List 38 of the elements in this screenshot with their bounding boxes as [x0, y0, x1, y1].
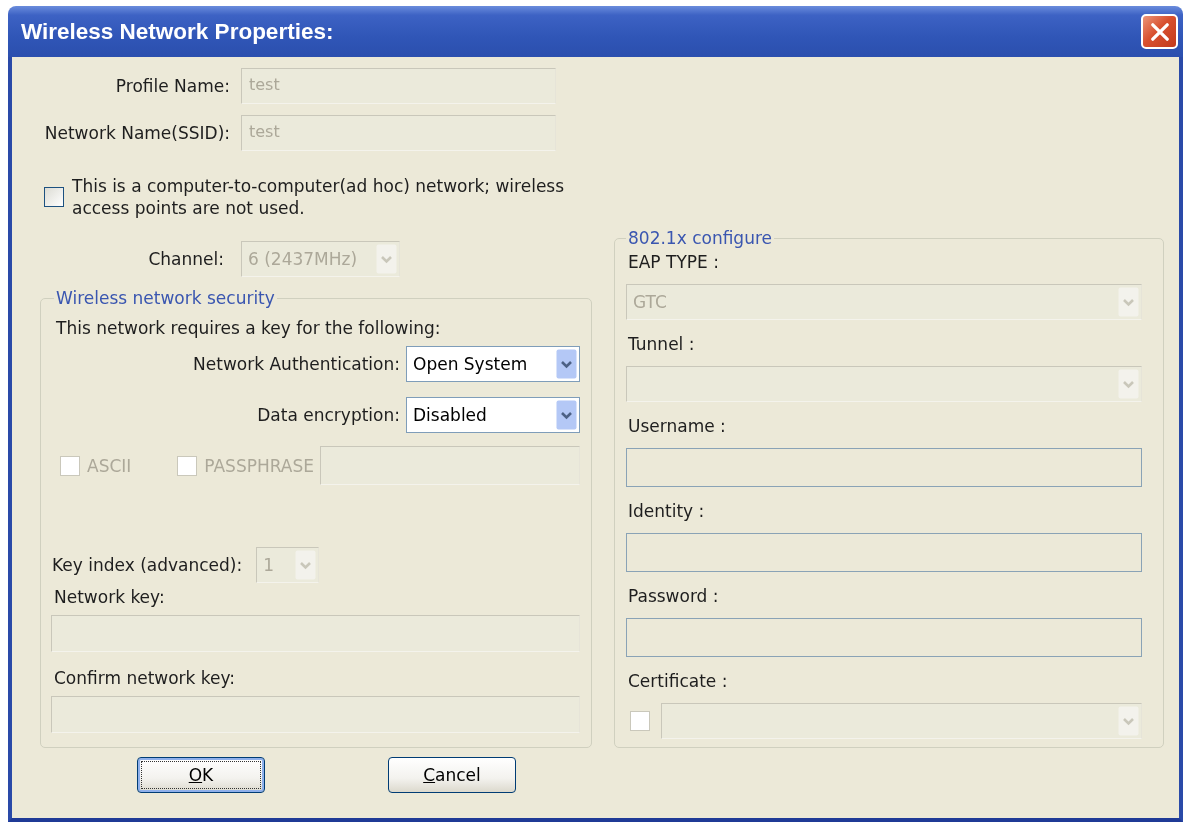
chevron-down-icon	[295, 550, 317, 580]
field-label: EAP TYPE :	[627, 252, 719, 272]
text-field[interactable]	[626, 618, 1142, 657]
group-title: Wireless network security	[55, 290, 276, 306]
field-label: Key index (advanced):	[52, 555, 243, 575]
chevron-down-icon	[556, 349, 577, 379]
checkbox-label: PASSPHRASE	[204, 455, 315, 476]
field-label: Channel:	[147, 249, 224, 269]
field-label: Password :	[627, 586, 719, 606]
field-label: Identity :	[627, 501, 705, 521]
field-label: Profile Name:	[114, 76, 230, 96]
group-title: 802.1x configure	[627, 230, 773, 246]
close-icon	[1150, 22, 1169, 41]
chevron-down-icon	[1118, 706, 1139, 736]
close-button[interactable]	[1141, 14, 1178, 49]
checkbox-label: ASCII	[87, 455, 132, 476]
text-field[interactable]	[626, 448, 1142, 487]
field-label: Tunnel :	[627, 334, 695, 354]
chevron-down-icon	[376, 244, 397, 274]
dropdown[interactable]: Disabled	[406, 397, 580, 433]
dropdown[interactable]: Open System	[406, 346, 580, 382]
text-field[interactable]	[626, 533, 1142, 572]
field-label: Network key:	[53, 587, 166, 607]
window-title: Wireless Network Properties:	[21, 18, 334, 45]
field-label: Data encryption:	[257, 405, 400, 425]
checkbox-label: This is a computer-to-computer(ad hoc) network; wireless access points are not used.	[72, 175, 566, 219]
chevron-down-icon	[1118, 287, 1139, 317]
checkbox[interactable]	[44, 187, 64, 207]
field-label: Network Authentication:	[193, 354, 400, 374]
chevron-down-icon	[556, 400, 577, 430]
instruction-text: This network requires a key for the following:	[55, 318, 442, 338]
chevron-down-icon	[1118, 369, 1139, 399]
field-label: Network Name(SSID):	[43, 123, 230, 143]
dialog-button[interactable]: OK	[137, 757, 265, 793]
dialog-button[interactable]: Cancel	[388, 757, 516, 793]
field-label: Username :	[627, 416, 726, 436]
field-label: Certificate :	[627, 671, 728, 691]
field-label: Confirm network key:	[53, 668, 237, 688]
